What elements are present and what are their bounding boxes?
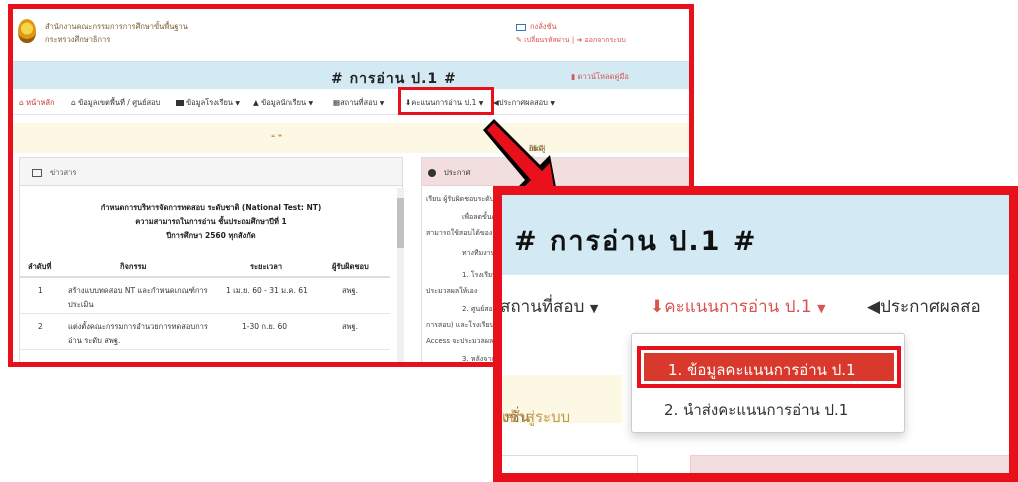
edit-icon: ✎ <box>516 36 522 44</box>
main-nav: ⌂ หน้าหลัก ⌂ ข้อมูลเขตพื้นที่ / ศูนย์สอบ… <box>13 89 689 115</box>
cell-activity: สร้างแบบทดสอบ NT และกำหนดเกณฑ์การ <box>68 286 208 295</box>
col-owner: ผู้รับผิดชอบ <box>332 262 369 271</box>
cell-activity-cont: อ่าน ระดับ สพฐ. <box>68 336 121 345</box>
caret-icon: ▼ <box>379 100 385 107</box>
caret-icon: ▼ <box>589 302 599 315</box>
announcement-line: การสอบ) และโรงเรียน <box>426 321 495 329</box>
nav-announce[interactable]: ◀ประกาศผลสอบ ▼ <box>493 97 555 109</box>
nav-school-data-label: ข้อมูลโรงเรียน <box>186 98 234 107</box>
account-links: ✎ เปลี่ยนรหัสผ่าน | ➜ ออกจากระบบ <box>516 35 626 46</box>
cell-no: 2 <box>38 322 43 331</box>
download-manual-label: ดาวน์โหลดคู่มือ <box>577 72 629 81</box>
table-row: 2 แต่งตั้งคณะกรรมการอำนวยการทดสอบการ อ่า… <box>20 316 390 350</box>
news-title-line: กำหนดการบริหารจัดการทดสอบ ระดับชาติ (Nat… <box>100 203 322 212</box>
ministry-name: กระทรวงศึกษาธิการ <box>45 35 111 44</box>
announcement-line: Access จะประมวลผล <box>426 337 494 345</box>
zoom-nav-announce[interactable]: ◀ประกาศผลสอ <box>867 293 981 320</box>
zoom-news-panel-edge <box>502 455 638 473</box>
nav-home[interactable]: ⌂ หน้าหลัก <box>19 97 55 109</box>
megaphone-icon: ◀ <box>867 297 881 317</box>
announcement-line: สามารถใช้สอบได้ของ <box>426 229 493 237</box>
cell-owner: สพฐ. <box>342 322 359 331</box>
caret-icon: ▼ <box>235 100 241 107</box>
zoom-nav-exam-venue[interactable]: สถานที่สอบ ▼ <box>500 293 599 320</box>
org-name: สำนักงานคณะกรรมการการศึกษาขั้นพื้นฐาน <box>45 22 188 31</box>
nav-school-data[interactable]: ข้อมูลโรงเรียน ▼ <box>176 97 240 109</box>
welcome-banner: ❝ ยินดีต้อนรับ กงลั่งชั่น เข้าสู่ระบบ ❞ <box>13 123 689 177</box>
link-separator: | <box>571 36 575 44</box>
zoom-welcome-banner: งชั่น เข้าสู่ระบบ <box>502 375 622 426</box>
nav-announce-label: ประกาศผลสอบ <box>498 98 548 107</box>
bank-icon: ⌂ <box>71 98 76 107</box>
nav-student-data-label: ข้อมูลนักเรียน <box>261 98 307 107</box>
download-manual-link[interactable]: ▮ ดาวน์โหลดคู่มือ <box>571 71 629 83</box>
nav-basic-data[interactable]: ⌂ ข้อมูลเขตพื้นที่ / ศูนย์สอบ <box>71 97 160 109</box>
zoom-nav-announce-label: ประกาศผลสอ <box>880 297 981 317</box>
menu-item-score-data[interactable]: 1. ข้อมูลคะแนนการอ่าน ป.1 <box>644 353 894 381</box>
announcement-heading-label: ประกาศ <box>444 168 471 177</box>
nav-basic-data-label: ข้อมูลเขตพื้นที่ / ศูนย์สอบ <box>78 98 161 107</box>
info-icon <box>428 169 436 177</box>
col-no: ลำดับที่ <box>28 262 52 271</box>
reading-score-dropdown: 1. ข้อมูลคะแนนการอ่าน ป.1 2. นำส่งคะแนนก… <box>631 333 905 433</box>
caret-icon: ▼ <box>308 100 314 107</box>
top-header: สำนักงานคณะกรรมการการศึกษาขั้นพื้นฐาน กร… <box>13 9 689 61</box>
home-icon: ⌂ <box>19 98 24 107</box>
user-name-label: กงลั่งชั่น <box>530 22 557 31</box>
zoom-nav-reading-score-label: คะแนนการอ่าน ป.1 <box>664 297 812 317</box>
cell-owner: สพฐ. <box>342 286 359 295</box>
zoom-welcome-suffix: เข้าสู่ระบบ <box>502 408 571 426</box>
zoom-title-bar: # การอ่าน ป.1 # <box>502 195 1009 275</box>
id-card-icon <box>516 23 526 31</box>
news-title-line: ปีการศึกษา 2560 ทุกสังกัด <box>166 231 256 240</box>
col-activity: กิจกรรม <box>120 262 147 271</box>
announcement-line: ประมวลผลให้เอง <box>426 287 478 295</box>
cell-period: 1 เม.ย. 60 - 31 ม.ค. 61 <box>226 286 308 295</box>
cell-no: 1 <box>38 286 43 295</box>
zoom-announcement-panel-edge <box>690 455 1009 473</box>
user-name[interactable]: กงลั่งชั่น <box>516 21 557 33</box>
zoom-nav-exam-venue-label: สถานที่สอบ <box>500 297 585 317</box>
cell-activity: แต่งตั้งคณะกรรมการอำนวยการทดสอบการ <box>68 322 208 331</box>
nav-student-data[interactable]: ▲ ข้อมูลนักเรียน ▼ <box>253 97 313 109</box>
scrollbar-thumb[interactable] <box>397 198 404 248</box>
menu-item-submit-score[interactable]: 2. นำส่งคะแนนการอ่าน ป.1 <box>664 398 848 422</box>
logout-link[interactable]: ออกจากระบบ <box>585 36 626 44</box>
highlight-box-menu-item: 1. ข้อมูลคะแนนการอ่าน ป.1 <box>637 346 901 388</box>
news-scrollbar[interactable] <box>397 188 404 362</box>
table-header: ลำดับที่ กิจกรรม ระยะเวลา ผู้รับผิดชอบ <box>20 252 390 278</box>
zoom-page-title: # การอ่าน ป.1 # <box>514 226 758 257</box>
book-icon: ▮ <box>571 72 576 81</box>
briefcase-icon <box>176 100 184 106</box>
caret-icon: ▼ <box>550 100 555 107</box>
nav-home-label: หน้าหลัก <box>26 98 55 107</box>
news-title-line: ความสามารถในการอ่าน ชั้นประถมศึกษาปีที่ … <box>135 217 287 226</box>
table-row: 1 สร้างแบบทดสอบ NT และกำหนดเกณฑ์การ ประเ… <box>20 280 390 314</box>
cell-activity-cont: ประเมิน <box>68 300 94 309</box>
logout-icon: ➜ <box>576 36 583 44</box>
newspaper-icon <box>32 169 42 177</box>
zoom-panel: # การอ่าน ป.1 # สถานที่สอบ ▼ ⬇คะแนนการอ่… <box>493 186 1018 482</box>
nav-exam-venue-label: สถานที่สอบ <box>340 98 378 107</box>
title-bar: # การอ่าน ป.1 # ▮ ดาวน์โหลดคู่มือ <box>13 61 689 89</box>
change-password-link[interactable]: เปลี่ยนรหัสผ่าน <box>524 36 569 44</box>
news-heading-label: ข่าวสาร <box>50 168 77 177</box>
col-period: ระยะเวลา <box>250 262 283 271</box>
graduation-cap-icon: ▲ <box>253 98 259 107</box>
download-icon: ⬇ <box>650 297 665 317</box>
zoom-nav-reading-score[interactable]: ⬇คะแนนการอ่าน ป.1 ▼ <box>650 293 826 320</box>
cell-period: 1-30 ก.ย. 60 <box>242 322 288 331</box>
obec-logo <box>18 19 36 43</box>
news-panel: ข่าวสาร กำหนดการบริหารจัดการทดสอบ ระดับช… <box>19 157 404 362</box>
news-heading: ข่าวสาร <box>20 158 402 186</box>
welcome-text: ❝ ยินดีต้อนรับ กงลั่งชั่น เข้าสู่ระบบ ❞ <box>271 133 552 177</box>
nav-exam-venue[interactable]: ▦สถานที่สอบ ▼ <box>333 97 384 109</box>
caret-icon: ▼ <box>817 302 826 315</box>
